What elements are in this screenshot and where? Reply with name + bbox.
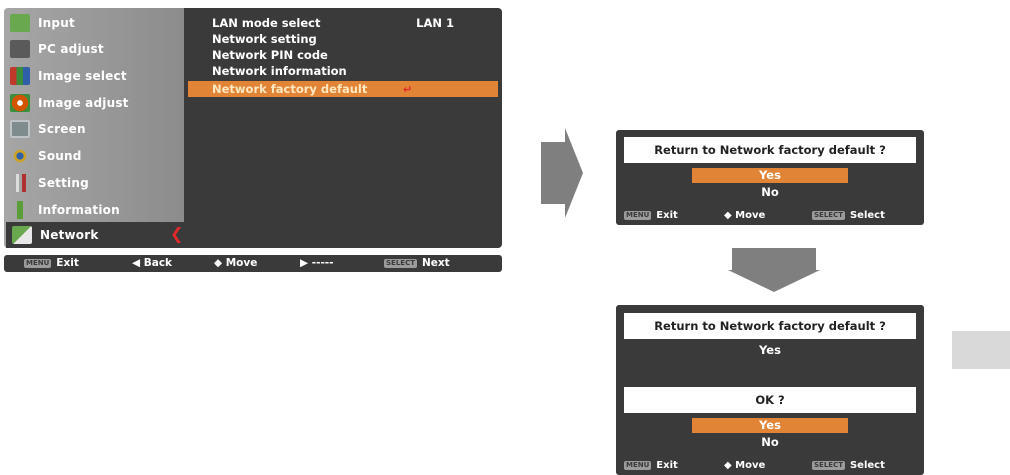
dialog-yes-option[interactable]: Yes (692, 168, 848, 183)
sidebar-item-sound[interactable]: Sound (4, 143, 184, 169)
move-hint: ◆ Move (724, 210, 766, 221)
exit-hint: MENU Exit (24, 255, 79, 272)
menu-item-label: Network factory default (212, 82, 368, 96)
exit-hint: MENU Exit (624, 208, 678, 223)
menu-item-lan-mode-select[interactable]: LAN mode select LAN 1 (188, 15, 498, 31)
sound-icon (10, 147, 30, 165)
gray-tab-block (952, 331, 1010, 369)
menu-key-icon: MENU (624, 211, 652, 220)
dialog-no-option[interactable]: No (624, 185, 916, 200)
sidebar-item-label: Image select (38, 69, 127, 83)
dialog-ok-confirm: Return to Network factory default ? Yes … (616, 305, 924, 475)
network-icon (12, 226, 32, 244)
select-hint: SELECT Select (812, 208, 885, 223)
screen-icon (10, 120, 30, 138)
dialog-footer: MENU Exit ◆ Move SELECT Select (616, 208, 924, 223)
menu-item-network-pin-code[interactable]: Network PIN code (188, 47, 498, 63)
menu-key-icon: MENU (624, 461, 652, 470)
sidebar-item-label: Sound (38, 149, 82, 163)
sidebar-item-information[interactable]: Information (4, 197, 184, 223)
menu-item-label: LAN mode select (212, 16, 321, 30)
sidebar-item-image-select[interactable]: Image select (4, 63, 184, 89)
dialog-footer: MENU Exit ◆ Move SELECT Select (616, 458, 924, 473)
menu-item-label: Network PIN code (212, 48, 328, 62)
menu-item-network-setting[interactable]: Network setting (188, 31, 498, 47)
information-icon (10, 201, 30, 219)
dialog-confirm-factory-default: Return to Network factory default ? Yes … (616, 130, 924, 225)
sidebar-item-label: Input (38, 16, 75, 30)
select-key-icon: SELECT (384, 259, 417, 268)
sidebar-item-image-adjust[interactable]: Image adjust (4, 90, 184, 116)
bottom-bar: MENU Exit ◀ Back ◆ Move ▶ ----- SELECT Nex… (4, 255, 502, 272)
select-label: Select (849, 460, 885, 471)
select-key-icon: SELECT (812, 461, 845, 470)
right-hint: ▶ ----- (300, 257, 334, 269)
pc-adjust-icon (10, 40, 30, 58)
exit-label: Exit (656, 210, 678, 221)
dialog-ok-question: OK ? (624, 387, 916, 413)
exit-hint: MENU Exit (624, 458, 678, 473)
sidebar-item-label: Setting (38, 176, 89, 190)
move-hint: ◆ Move (724, 460, 766, 471)
arrow-down-icon (728, 248, 820, 292)
move-hint: ◆ Move (214, 257, 258, 269)
dialog-chosen-option: Yes (759, 343, 781, 357)
select-hint: SELECT Select (812, 458, 885, 473)
dialog-question: Return to Network factory default ? (624, 137, 916, 163)
sidebar-item-label: PC adjust (38, 42, 104, 56)
menu-item-label: Network information (212, 64, 347, 78)
sidebar-item-label: Image adjust (38, 96, 129, 110)
lan-mode-value: LAN 1 (416, 16, 454, 30)
arrow-right-icon (541, 128, 583, 218)
input-icon (10, 14, 30, 32)
dialog-no-option[interactable]: No (624, 435, 916, 450)
menu-item-network-factory-default[interactable]: Network factory default ↵ (188, 81, 498, 97)
sidebar-item-network[interactable]: Network ❮ (6, 222, 188, 248)
menu-item-label: Network setting (212, 32, 317, 46)
sidebar-item-pc-adjust[interactable]: PC adjust (4, 36, 184, 62)
sidebar-menu: Input PC adjust Image select Image adjus… (4, 8, 188, 248)
select-key-icon: SELECT (812, 211, 845, 220)
enter-icon: ↵ (403, 83, 413, 96)
select-label: Select (849, 210, 885, 221)
sidebar-item-label: Network (40, 228, 99, 242)
menu-item-network-information[interactable]: Network information (188, 63, 498, 79)
exit-label: Exit (656, 460, 678, 471)
sidebar-item-screen[interactable]: Screen (4, 116, 184, 142)
next-hint: SELECT Next (384, 255, 450, 272)
menu-key-icon: MENU (24, 259, 52, 268)
sidebar-item-label: Screen (38, 122, 86, 136)
sidebar-item-input[interactable]: Input (4, 10, 184, 36)
sidebar-item-setting[interactable]: Setting (4, 170, 184, 196)
network-submenu: LAN mode select LAN 1 Network setting Ne… (184, 8, 502, 248)
back-hint: ◀ Back (132, 257, 173, 269)
image-adjust-icon (10, 94, 30, 112)
setting-icon (10, 174, 30, 192)
selection-marker-icon: ❮ (170, 224, 184, 243)
next-label: Next (421, 257, 450, 269)
dialog-yes-option[interactable]: Yes (692, 418, 848, 433)
image-select-icon (10, 67, 30, 85)
exit-label: Exit (56, 257, 79, 269)
sidebar-item-label: Information (38, 203, 120, 217)
selection-notch (184, 220, 198, 248)
dialog-question: Return to Network factory default ? (624, 313, 916, 339)
